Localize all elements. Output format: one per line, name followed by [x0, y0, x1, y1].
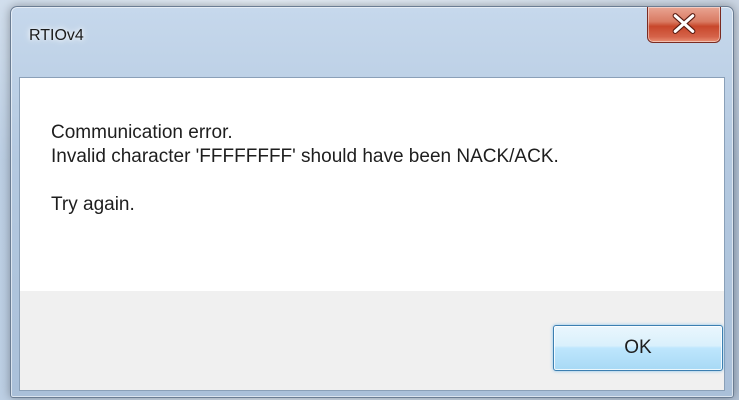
dialog-content: Communication error. Invalid character '… [19, 77, 725, 391]
error-message: Communication error. Invalid character '… [51, 121, 711, 217]
close-icon [672, 13, 696, 34]
message-line-2: Invalid character 'FFFFFFFF' should have… [51, 146, 559, 167]
button-panel: OK [20, 291, 724, 390]
ok-button[interactable]: OK [553, 325, 723, 371]
dialog-window: RTIOv4 Communication error. Invalid char… [10, 6, 734, 398]
window-title: RTIOv4 [29, 27, 84, 44]
message-spacer [51, 169, 711, 193]
message-line-3: Try again. [51, 194, 135, 215]
close-button[interactable] [647, 7, 721, 43]
message-line-1: Communication error. [51, 122, 233, 143]
title-bar[interactable]: RTIOv4 [11, 7, 733, 77]
